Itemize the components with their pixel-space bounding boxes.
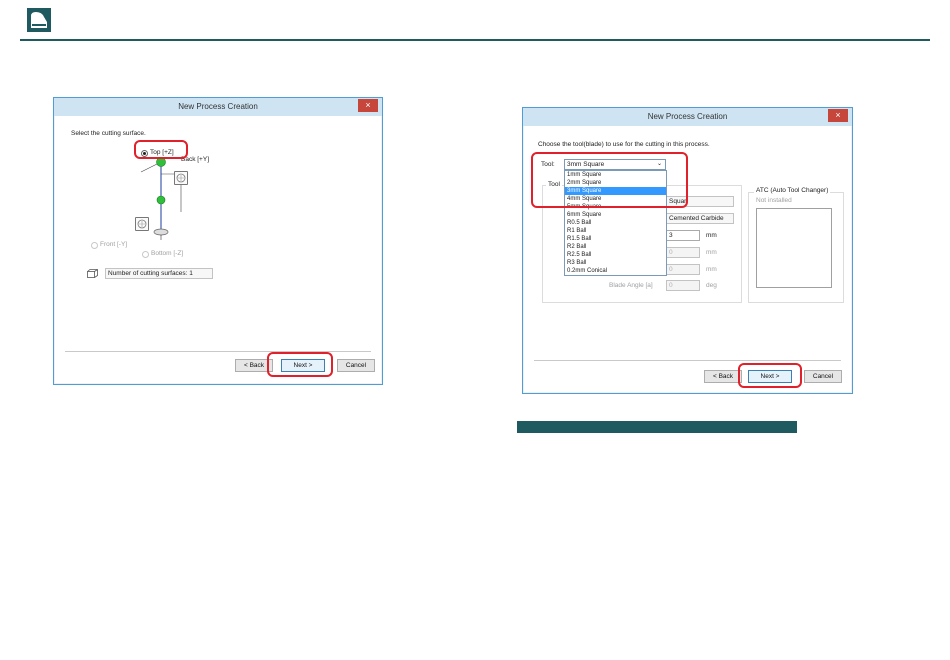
left-cancel-button[interactable]: Cancel: [337, 359, 375, 372]
blade-angle-label: Blade Angle [a]: [609, 282, 653, 289]
right-dialog-separator: [534, 360, 841, 361]
right-back-button[interactable]: < Back: [704, 370, 742, 383]
tool-option[interactable]: 1mm Square: [565, 171, 666, 179]
right-next-button[interactable]: Next >: [748, 370, 792, 383]
tool-select-value: 3mm Square: [567, 161, 605, 168]
back-surface-icon[interactable]: [174, 171, 188, 185]
tool-option[interactable]: 6mm Square: [565, 211, 666, 219]
back-surface-label[interactable]: Back [+Y]: [181, 156, 209, 163]
tool-option[interactable]: 2mm Square: [565, 179, 666, 187]
surface-prompt: Select the cutting surface.: [71, 130, 146, 137]
chevron-down-icon: ⌄: [656, 161, 662, 167]
bottom-surface-label[interactable]: Bottom [-Z]: [151, 250, 183, 257]
left-dialog-body: Select the cutting surface. Top [+Z] Bac…: [55, 116, 381, 383]
close-icon[interactable]: ×: [828, 109, 848, 122]
left-dialog-separator: [65, 351, 371, 352]
front-surface-icon[interactable]: [135, 217, 149, 231]
tool-option[interactable]: R1 Ball: [565, 227, 666, 235]
tool-diameter-field[interactable]: 3: [666, 230, 700, 241]
right-dialog-title: New Process Creation: [647, 112, 728, 121]
tool-diameter-unit: mm: [706, 232, 717, 239]
right-dialog-titlebar[interactable]: New Process Creation ×: [523, 108, 852, 126]
caption-bar: [517, 421, 797, 433]
header-divider: [20, 39, 930, 41]
tool-option[interactable]: R3 Ball: [565, 259, 666, 267]
bottom-surface-icon[interactable]: [153, 228, 169, 240]
tool-length-field[interactable]: 0: [666, 247, 700, 258]
tool-material-field: Cemented Carbide: [666, 213, 734, 224]
surfaces-count-icon: [87, 269, 98, 278]
tool-option[interactable]: R0.5 Ball: [565, 219, 666, 227]
tool-dropdown-list[interactable]: 1mm Square 2mm Square 3mm Square 4mm Squ…: [564, 170, 667, 276]
right-cancel-button[interactable]: Cancel: [804, 370, 842, 383]
blade-angle-unit: deg: [706, 282, 717, 289]
tool-prompt: Choose the tool(blade) to use for the cu…: [538, 141, 710, 148]
tool-select[interactable]: 3mm Square ⌄: [564, 159, 666, 170]
front-surface-label[interactable]: Front [-Y]: [100, 241, 127, 248]
atc-listbox[interactable]: [756, 208, 832, 288]
tool-width-field[interactable]: 0: [666, 264, 700, 275]
close-icon[interactable]: ×: [358, 99, 378, 112]
tool-group-label: Tool: [546, 181, 562, 188]
tool-length-unit: mm: [706, 249, 717, 256]
right-dialog-body: Choose the tool(blade) to use for the cu…: [524, 126, 851, 392]
surfaces-count-field: Number of cutting surfaces: 1: [105, 268, 213, 279]
tool-option-selected[interactable]: 3mm Square: [565, 187, 666, 195]
brand-logo-icon: [27, 8, 51, 32]
left-dialog-title: New Process Creation: [178, 102, 258, 111]
top-surface-radio[interactable]: [141, 150, 148, 157]
tool-option[interactable]: 0.2mm Conical: [565, 267, 666, 275]
atc-status: Not installed: [756, 197, 792, 204]
blade-angle-field[interactable]: 0: [666, 280, 700, 291]
tool-shape-field: Squar: [666, 196, 734, 207]
tool-option[interactable]: 4mm Square: [565, 195, 666, 203]
bottom-surface-radio[interactable]: [142, 251, 149, 258]
front-surface-radio[interactable]: [91, 242, 98, 249]
left-dialog-titlebar[interactable]: New Process Creation ×: [54, 98, 382, 116]
tool-option[interactable]: R2.5 Ball: [565, 251, 666, 259]
left-dialog-window: New Process Creation × Select the cuttin…: [53, 97, 383, 385]
left-next-button[interactable]: Next >: [281, 359, 325, 372]
tool-width-unit: mm: [706, 266, 717, 273]
top-surface-label[interactable]: Top [+Z]: [150, 149, 174, 156]
right-dialog-window: New Process Creation × Choose the tool(b…: [522, 107, 853, 394]
tool-label: Tool:: [541, 161, 555, 168]
tool-option[interactable]: R2 Ball: [565, 243, 666, 251]
atc-group-label: ATC (Auto Tool Changer): [754, 187, 831, 194]
left-back-button[interactable]: < Back: [235, 359, 273, 372]
tool-option[interactable]: 5mm Square: [565, 203, 666, 211]
tool-option[interactable]: R1.5 Ball: [565, 235, 666, 243]
